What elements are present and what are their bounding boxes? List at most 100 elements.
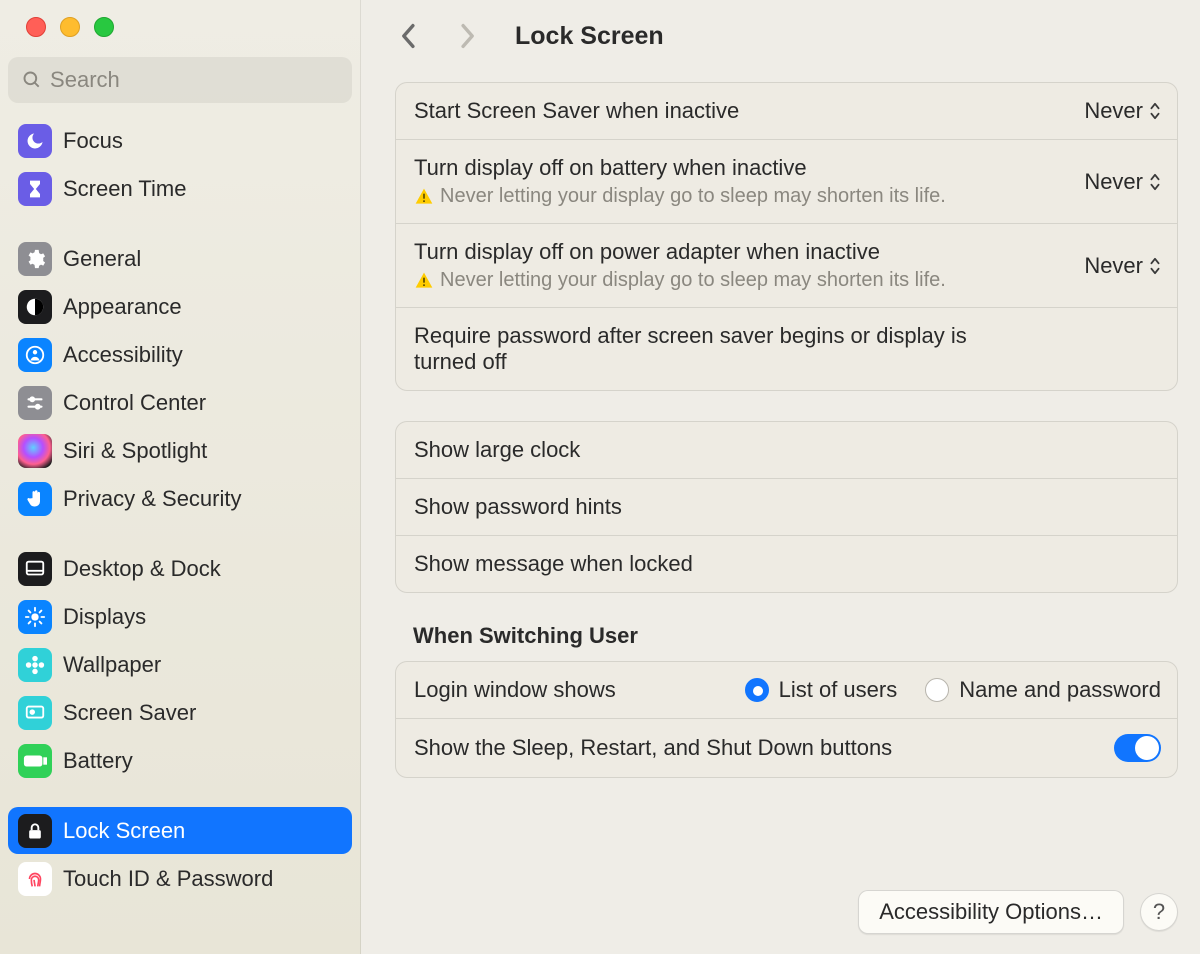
sleep-restart-shutdown-label: Show the Sleep, Restart, and Shut Down b… [414,735,892,761]
sidebar-item-label: Desktop & Dock [63,556,221,582]
warning-icon [414,271,434,291]
window-controls [0,17,360,37]
display-off-battery-warning: Never letting your display go to sleep m… [414,185,1084,208]
sidebar-item-battery[interactable]: Battery [8,737,352,784]
sun-icon [18,600,52,634]
close-window-button[interactable] [26,17,46,37]
content-area: Lock Screen Start Screen Saver when inac… [361,0,1200,954]
sidebar-item-wallpaper[interactable]: Wallpaper [8,641,352,688]
help-button[interactable]: ? [1140,893,1178,931]
display-off-adapter-row: Turn display off on power adapter when i… [396,223,1177,307]
updown-icon [1149,173,1161,191]
login-window-shows-label: Login window shows [414,677,616,703]
fingerprint-icon [18,862,52,896]
sidebar-item-label: Appearance [63,294,182,320]
display-off-battery-popup[interactable]: Never [1084,169,1161,195]
switching-user-section-title: When Switching User [395,623,1178,661]
lock-icon [18,814,52,848]
sidebar-item-label: Siri & Spotlight [63,438,207,464]
minimize-window-button[interactable] [60,17,80,37]
sidebar-item-screen-saver[interactable]: Screen Saver [8,689,352,736]
sidebar: Focus Screen Time General Appearance Access… [0,0,361,954]
display-off-adapter-popup[interactable]: Never [1084,253,1161,279]
sliders-icon [18,386,52,420]
sidebar-item-control-center[interactable]: Control Center [8,379,352,426]
display-off-battery-label: Turn display off on battery when inactiv… [414,155,1084,181]
login-list-of-users-label: List of users [779,677,898,703]
chevron-right-icon [458,23,476,49]
large-clock-row: Show large clock [396,422,1177,478]
sidebar-item-displays[interactable]: Displays [8,593,352,640]
display-off-adapter-warning: Never letting your display go to sleep m… [414,269,1084,292]
search-field[interactable] [8,57,352,103]
chevron-left-icon [400,23,418,49]
sidebar-item-label: Accessibility [63,342,183,368]
fullscreen-window-button[interactable] [94,17,114,37]
updown-icon [1149,102,1161,120]
locked-message-row: Show message when locked [396,535,1177,592]
display-off-adapter-value: Never [1084,253,1143,279]
sleep-restart-shutdown-toggle[interactable] [1114,734,1161,762]
sidebar-item-siri-spotlight[interactable]: Siri & Spotlight [8,427,352,474]
switching-user-panel: Login window shows List of users Name an… [395,661,1178,778]
moon-icon [18,124,52,158]
sidebar-item-touch-id-password[interactable]: Touch ID & Password [8,855,352,902]
sidebar-item-label: Focus [63,128,123,154]
login-name-password-label: Name and password [959,677,1161,703]
dock-icon [18,552,52,586]
sidebar-item-accessibility[interactable]: Accessibility [8,331,352,378]
sidebar-item-screen-time[interactable]: Screen Time [8,165,352,212]
screensaver-popup[interactable]: Never [1084,98,1161,124]
locked-message-label: Show message when locked [414,551,693,577]
sidebar-item-label: Touch ID & Password [63,866,273,892]
warning-icon [414,187,434,207]
password-hints-row: Show password hints [396,478,1177,535]
help-icon: ? [1153,899,1165,925]
siri-icon [18,434,52,468]
lockscreen-options-panel: Show large clock Show password hints Sho… [395,421,1178,593]
updown-icon [1149,257,1161,275]
sidebar-item-label: Screen Saver [63,700,196,726]
sidebar-item-general[interactable]: General [8,235,352,282]
sidebar-item-label: Wallpaper [63,652,161,678]
inactivity-panel: Start Screen Saver when inactive Never T… [395,82,1178,391]
login-list-of-users-radio[interactable]: List of users [745,677,898,703]
person-icon [18,338,52,372]
require-password-label: Require password after screen saver begi… [414,323,974,375]
sidebar-item-focus[interactable]: Focus [8,117,352,164]
screensaver-value: Never [1084,98,1143,124]
screensaver-label: Start Screen Saver when inactive [414,98,1084,124]
password-hints-label: Show password hints [414,494,622,520]
sidebar-item-desktop-dock[interactable]: Desktop & Dock [8,545,352,592]
require-password-row: Require password after screen saver begi… [396,307,1177,390]
sidebar-item-label: General [63,246,141,272]
display-off-battery-value: Never [1084,169,1143,195]
accessibility-options-button[interactable]: Accessibility Options… [858,890,1124,934]
hourglass-icon [18,172,52,206]
sidebar-item-appearance[interactable]: Appearance [8,283,352,330]
radio-icon [925,678,949,702]
login-window-radio-group: List of users Name and password [745,677,1161,703]
battery-icon [18,744,52,778]
screensaver-row: Start Screen Saver when inactive Never [396,83,1177,139]
bottom-bar: Accessibility Options… ? [858,890,1178,934]
login-name-password-radio[interactable]: Name and password [925,677,1161,703]
search-input[interactable] [50,67,338,93]
sidebar-item-label: Screen Time [63,176,187,202]
content-header: Lock Screen [361,0,1200,72]
back-button[interactable] [395,22,423,50]
login-window-shows-row: Login window shows List of users Name an… [396,662,1177,718]
large-clock-label: Show large clock [414,437,580,463]
flower-icon [18,648,52,682]
sidebar-item-lock-screen[interactable]: Lock Screen [8,807,352,854]
search-icon [22,69,42,91]
radio-icon [745,678,769,702]
screensaver-icon [18,696,52,730]
hand-icon [18,482,52,516]
display-off-battery-row: Turn display off on battery when inactiv… [396,139,1177,223]
sidebar-item-privacy-security[interactable]: Privacy & Security [8,475,352,522]
page-title: Lock Screen [515,22,664,51]
gear-icon [18,242,52,276]
sidebar-item-label: Displays [63,604,146,630]
forward-button[interactable] [453,22,481,50]
